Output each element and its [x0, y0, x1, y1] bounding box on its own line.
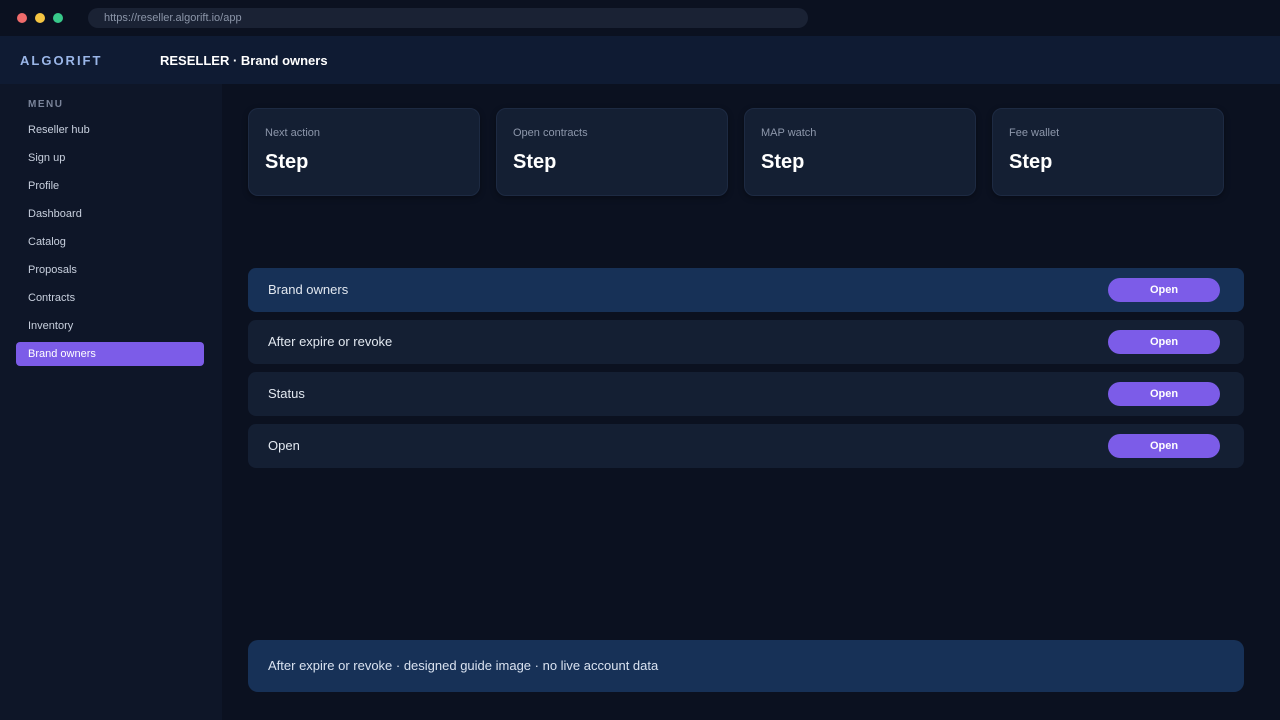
card-value: Step [1009, 151, 1053, 173]
menu-label: MENU [28, 99, 64, 110]
stat-card-open-contracts: Open contracts Step [496, 108, 728, 196]
card-value: Step [265, 151, 309, 173]
minimize-window-icon[interactable] [35, 13, 45, 23]
list-item-status: Status Open [248, 372, 1244, 416]
sidebar-item-dashboard[interactable]: Dashboard [16, 202, 204, 226]
open-button[interactable]: Open [1108, 382, 1220, 406]
card-value: Step [513, 151, 557, 173]
sidebar-item-reseller-hub[interactable]: Reseller hub [16, 118, 204, 142]
card-value: Step [761, 151, 805, 173]
open-button[interactable]: Open [1108, 434, 1220, 458]
row-label: Open [268, 438, 300, 453]
sidebar-item-contracts[interactable]: Contracts [16, 286, 204, 310]
list-item-after-expire-or-revoke: After expire or revoke Open [248, 320, 1244, 364]
stat-card-next-action: Next action Step [248, 108, 480, 196]
page-title: RESELLER · Brand owners [160, 53, 328, 68]
card-label: Open contracts [513, 127, 588, 139]
card-label: Next action [265, 127, 321, 139]
stat-card-map-watch: MAP watch Step [744, 108, 976, 196]
row-label: Status [268, 386, 305, 401]
sidebar-item-profile[interactable]: Profile [16, 174, 204, 198]
stat-card-fee-wallet: Fee wallet Step [992, 108, 1224, 196]
open-button[interactable]: Open [1108, 330, 1220, 354]
sidebar-item-brand-owners[interactable]: Brand owners [16, 342, 204, 366]
sidebar: MENU Reseller hub Sign up Profile Dashbo… [0, 84, 222, 720]
list-item-brand-owners: Brand owners Open [248, 268, 1244, 312]
sidebar-item-inventory[interactable]: Inventory [16, 314, 204, 338]
sidebar-item-proposals[interactable]: Proposals [16, 258, 204, 282]
brand-logo[interactable]: ALGORIFT [20, 53, 102, 68]
address-bar[interactable]: https://reseller.algorift.io/app [88, 8, 808, 28]
sidebar-item-sign-up[interactable]: Sign up [16, 146, 204, 170]
list-item-open: Open Open [248, 424, 1244, 468]
card-label: Fee wallet [1009, 127, 1060, 139]
card-label: MAP watch [761, 127, 817, 139]
sidebar-item-catalog[interactable]: Catalog [16, 230, 204, 254]
open-button[interactable]: Open [1108, 278, 1220, 302]
footer-note: After expire or revoke · designed guide … [248, 640, 1244, 692]
top-bar: ALGORIFT RESELLER · Brand owners [0, 36, 1280, 84]
row-label: After expire or revoke [268, 334, 393, 349]
maximize-window-icon[interactable] [53, 13, 63, 23]
browser-chrome: https://reseller.algorift.io/app [0, 0, 1280, 36]
row-label: Brand owners [268, 282, 349, 297]
close-window-icon[interactable] [17, 13, 27, 23]
